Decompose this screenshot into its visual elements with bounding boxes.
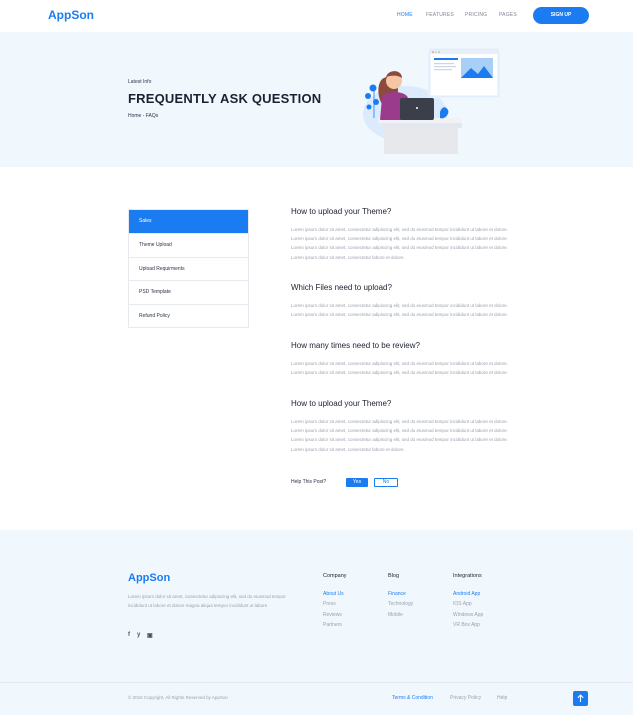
- help-link[interactable]: Help: [497, 695, 507, 701]
- nav-features[interactable]: FEATURES: [426, 12, 454, 18]
- person-at-laptop-illustration: [363, 48, 500, 154]
- footer-col-company: Company: [323, 573, 347, 579]
- footer-col-blog: Blog: [388, 573, 400, 579]
- sidebar-item-upload-requirments[interactable]: Upload Requirments: [129, 256, 248, 280]
- twitter-icon[interactable]: y: [137, 632, 140, 638]
- sidebar-item-theme-upload[interactable]: Theme Upload: [129, 233, 248, 256]
- footer-link-technology[interactable]: Technology: [388, 601, 413, 607]
- sidebar-item-sales[interactable]: Sales: [129, 210, 248, 234]
- faq-answer: Lorem ipsum dolor sit amet, consectetur …: [291, 227, 508, 260]
- footer-link-press[interactable]: Press: [323, 601, 336, 607]
- footer-link-ios-app[interactable]: IOS App: [453, 601, 472, 607]
- privacy-link[interactable]: Privacy Policy: [450, 695, 481, 701]
- sidebar-item-psd-template[interactable]: PSD Template: [129, 280, 248, 303]
- footer-logo[interactable]: AppSon: [128, 572, 170, 584]
- faq-question: How to upload your Theme?: [291, 399, 392, 408]
- footer-link-partners[interactable]: Partners: [323, 622, 342, 628]
- brand-logo[interactable]: AppSon: [48, 8, 94, 22]
- faq-answer: Lorem ipsum dolor sit amet, consectetur …: [291, 419, 508, 452]
- copyright-text: © 2018 Copyright, All Rights Reserved by…: [128, 695, 228, 700]
- faq-question: Which Files need to upload?: [291, 283, 392, 292]
- top-header: AppSon HOME FEATURES PRICING PAGES SIGN …: [0, 0, 633, 32]
- footer-link-finance[interactable]: Finance: [388, 591, 406, 597]
- facebook-icon[interactable]: f: [128, 632, 130, 638]
- arrow-up-icon: [577, 694, 584, 702]
- footer-link-android-app[interactable]: Android App: [453, 591, 480, 597]
- site-footer: [0, 530, 633, 715]
- signup-button[interactable]: SIGN UP: [533, 7, 589, 24]
- hero-kicker: Latest Info: [128, 79, 152, 85]
- footer-link-about-us[interactable]: About Us: [323, 591, 344, 597]
- footer-divider: [0, 682, 633, 683]
- yes-button[interactable]: Yes: [346, 478, 368, 487]
- footer-link-vr-box-app[interactable]: VR Box App: [453, 622, 480, 628]
- faq-answer: Lorem ipsum dolor sit amet, consectetur …: [291, 361, 508, 376]
- terms-link[interactable]: Terms & Condition: [392, 695, 433, 701]
- footer-link-mobile[interactable]: Mobile: [388, 612, 403, 618]
- faq-category-sidebar: Sales Theme Upload Upload Requirments PS…: [128, 209, 249, 328]
- nav-pages[interactable]: PAGES: [499, 12, 517, 18]
- faq-question: How many times need to be review?: [291, 341, 420, 350]
- nav-pricing[interactable]: PRICING: [465, 12, 487, 18]
- faq-answer: Lorem ipsum dolor sit amet, consectetur …: [291, 303, 508, 318]
- no-button[interactable]: No: [374, 478, 398, 487]
- footer-col-integrations: Integrations: [453, 573, 482, 579]
- help-post-prompt: Help This Post?: [291, 479, 327, 485]
- back-to-top-button[interactable]: [573, 691, 588, 706]
- faq-question: How to upload your Theme?: [291, 207, 392, 216]
- footer-link-windows-app[interactable]: Windows App: [453, 612, 483, 618]
- nav-home[interactable]: HOME: [397, 12, 413, 18]
- youtube-icon[interactable]: ▣: [147, 632, 153, 639]
- footer-description: Lorem ipsum dolor sit amet, consectetur …: [128, 594, 286, 608]
- sidebar-item-refund-policy[interactable]: Refund Policy: [129, 303, 248, 327]
- page-title: FREQUENTLY ASK QUESTION: [128, 91, 322, 106]
- breadcrumb[interactable]: Home - FAQs: [128, 113, 158, 119]
- footer-link-reviews[interactable]: Reviews: [323, 612, 342, 618]
